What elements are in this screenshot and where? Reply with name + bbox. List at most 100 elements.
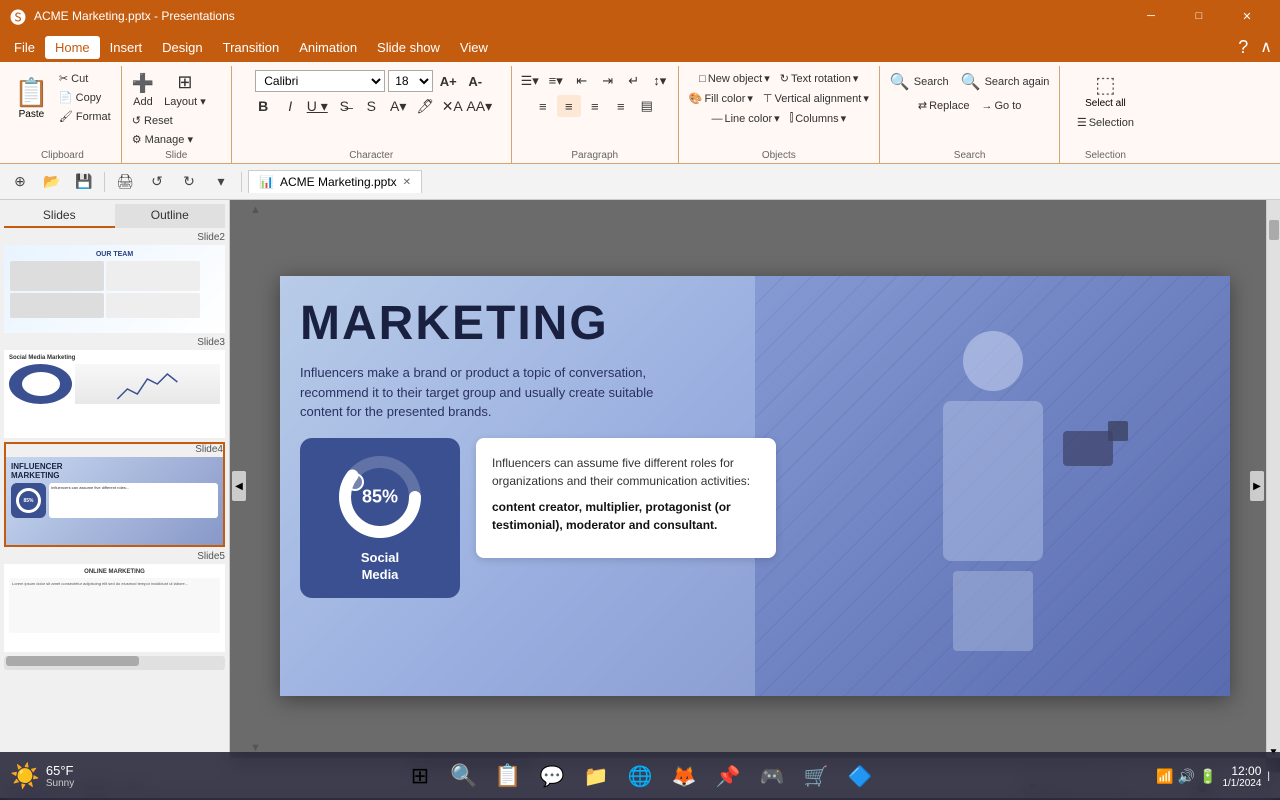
menu-file[interactable]: File <box>4 36 45 59</box>
menu-design[interactable]: Design <box>152 36 212 59</box>
time-display: 12:00 <box>1222 764 1261 778</box>
slide-content: MARKETING Influencers make a brand or pr… <box>280 276 1230 696</box>
start-button[interactable]: ⊞ <box>400 756 440 796</box>
redo-button[interactable]: ↻ <box>175 169 203 195</box>
text-rotation-button[interactable]: ↻ Text rotation ▾ <box>776 70 863 87</box>
cut-button[interactable]: ✂ Cut <box>55 70 115 87</box>
reset-button[interactable]: ↺ Reset <box>128 112 177 129</box>
replace-button[interactable]: ⇄ Replace <box>914 97 974 114</box>
teams-icon[interactable]: 💬 <box>532 756 572 796</box>
firefox-icon[interactable]: 🦊 <box>664 756 704 796</box>
slide-item-4[interactable]: Slide4 INFLUENCERMARKETING 85% Influence… <box>4 442 225 547</box>
manage-button[interactable]: ⚙ Manage ▾ <box>128 131 197 148</box>
date-display: 1/1/2024 <box>1222 778 1261 789</box>
increase-font-button[interactable]: A+ <box>436 70 460 92</box>
strikethrough-button[interactable]: S̶ <box>332 95 356 117</box>
align-center-button[interactable]: ≡ <box>557 95 581 117</box>
copy-button[interactable]: 📄 Copy <box>55 89 115 106</box>
decrease-indent-button[interactable]: ⇤ <box>570 70 594 92</box>
ribbon-collapse-icon[interactable]: ∧ <box>1256 37 1276 57</box>
align-right-button[interactable]: ≡ <box>583 95 607 117</box>
increase-indent-button[interactable]: ⇥ <box>596 70 620 92</box>
go-to-button[interactable]: → Go to <box>977 98 1025 114</box>
objects-label: Objects <box>685 148 873 161</box>
highlight-button[interactable]: 🖊 <box>413 95 437 117</box>
print-button[interactable]: 🖨 <box>111 169 139 195</box>
align-left-button[interactable]: ≡ <box>531 95 555 117</box>
italic-button[interactable]: I <box>278 95 302 117</box>
scroll-left-button[interactable]: ◀ <box>232 471 246 501</box>
search-taskbar-button[interactable]: 🔍 <box>444 756 484 796</box>
search-again-button[interactable]: 🔍 Search again <box>957 70 1054 94</box>
decrease-font-button[interactable]: A- <box>463 70 487 92</box>
network-icon[interactable]: 📶 <box>1156 768 1173 785</box>
bold-button[interactable]: B <box>251 95 275 117</box>
clock[interactable]: 12:00 1/1/2024 <box>1222 764 1261 789</box>
numbering-button[interactable]: ≡▾ <box>544 70 568 92</box>
bullets-button[interactable]: ☰▾ <box>518 70 542 92</box>
fill-color-button[interactable]: 🎨 Fill color ▾ <box>685 90 757 107</box>
clear-format-button[interactable]: ✕A <box>440 95 464 117</box>
new-button[interactable]: ⊕ <box>6 169 34 195</box>
v-scroll-thumb[interactable] <box>1269 220 1279 240</box>
outline-tab[interactable]: Outline <box>115 204 226 228</box>
ribbon: 📋 Paste ✂ Cut 📄 Copy 🖌 Format Clipboard <box>0 62 1280 164</box>
undo-button[interactable]: ↺ <box>143 169 171 195</box>
taskview-button[interactable]: 📋 <box>488 756 528 796</box>
maximize-button[interactable]: □ <box>1176 0 1222 32</box>
clipboard-label: Clipboard <box>10 148 115 161</box>
font-size-misc[interactable]: AA▾ <box>467 95 491 117</box>
justify-button[interactable]: ≡ <box>609 95 633 117</box>
format-painter-button[interactable]: 🖌 Format <box>55 108 115 125</box>
open-button[interactable]: 📂 <box>38 169 66 195</box>
distribute-button[interactable]: ▤ <box>635 95 659 117</box>
selection-button[interactable]: ☰ Selection <box>1073 114 1138 131</box>
pin-icon[interactable]: 📌 <box>708 756 748 796</box>
underline-button[interactable]: U ▾ <box>305 95 329 117</box>
scroll-up-arrow[interactable]: ▲ <box>250 204 261 216</box>
scroll-right-button[interactable]: ▶ <box>1250 471 1264 501</box>
slides-tab[interactable]: Slides <box>4 204 115 228</box>
menu-animation[interactable]: Animation <box>289 36 367 59</box>
vertical-alignment-button[interactable]: ⊤ Vertical alignment ▾ <box>759 90 873 107</box>
slide-item-3[interactable]: Slide3 Social Media Marketing <box>4 337 225 438</box>
close-button[interactable]: ✕ <box>1224 0 1270 32</box>
slide-panel-scrollbar[interactable] <box>4 656 225 670</box>
font-family-select[interactable]: Calibri <box>255 70 385 92</box>
menu-slideshow[interactable]: Slide show <box>367 36 450 59</box>
show-desktop-button[interactable]: | <box>1267 771 1270 782</box>
tab-close-button[interactable]: ✕ <box>403 177 411 188</box>
columns-button[interactable]: ⫿ Columns ▾ <box>786 110 850 127</box>
volume-icon[interactable]: 🔊 <box>1178 768 1195 785</box>
game-icon[interactable]: 🎮 <box>752 756 792 796</box>
slide-item-2[interactable]: Slide2 OUR TEAM <box>4 232 225 333</box>
font-color-button[interactable]: A▾ <box>386 95 410 117</box>
more-button[interactable]: ▾ <box>207 169 235 195</box>
menu-transition[interactable]: Transition <box>213 36 290 59</box>
document-tab[interactable]: 📊 ACME Marketing.pptx ✕ <box>248 170 422 193</box>
paste-button[interactable]: 📋 Paste <box>10 74 53 122</box>
add-slide-button[interactable]: ➕ Add <box>128 71 158 110</box>
menu-home[interactable]: Home <box>45 36 100 59</box>
help-icon[interactable]: ? <box>1230 37 1256 58</box>
line-color-button[interactable]: — Line color ▾ <box>707 110 783 127</box>
shadow-button[interactable]: S <box>359 95 383 117</box>
font-size-select[interactable]: 18 <box>388 70 433 92</box>
edge-icon[interactable]: 🌐 <box>620 756 660 796</box>
search-button[interactable]: 🔍 Search <box>886 70 953 94</box>
save-button[interactable]: 💾 <box>70 169 98 195</box>
menu-insert[interactable]: Insert <box>100 36 153 59</box>
store-icon[interactable]: 🛒 <box>796 756 836 796</box>
line-spacing-button[interactable]: ↕▾ <box>648 70 672 92</box>
slide-item-5[interactable]: Slide5 ONLINE MARKETING Lorem ipsum dolo… <box>4 551 225 652</box>
layout-button[interactable]: ⊞ Layout ▾ <box>160 70 210 110</box>
slide-title: MARKETING <box>300 296 1210 351</box>
new-object-button[interactable]: □ New object ▾ <box>695 70 774 87</box>
explorer-icon[interactable]: 📁 <box>576 756 616 796</box>
wps-icon[interactable]: 🔷 <box>840 756 880 796</box>
select-all-button[interactable]: ⬚ Select all <box>1079 70 1132 111</box>
vertical-scrollbar[interactable]: ▼ <box>1266 200 1280 758</box>
rtl-button[interactable]: ↵ <box>622 70 646 92</box>
menu-view[interactable]: View <box>450 36 498 59</box>
minimize-button[interactable]: ─ <box>1128 0 1174 32</box>
